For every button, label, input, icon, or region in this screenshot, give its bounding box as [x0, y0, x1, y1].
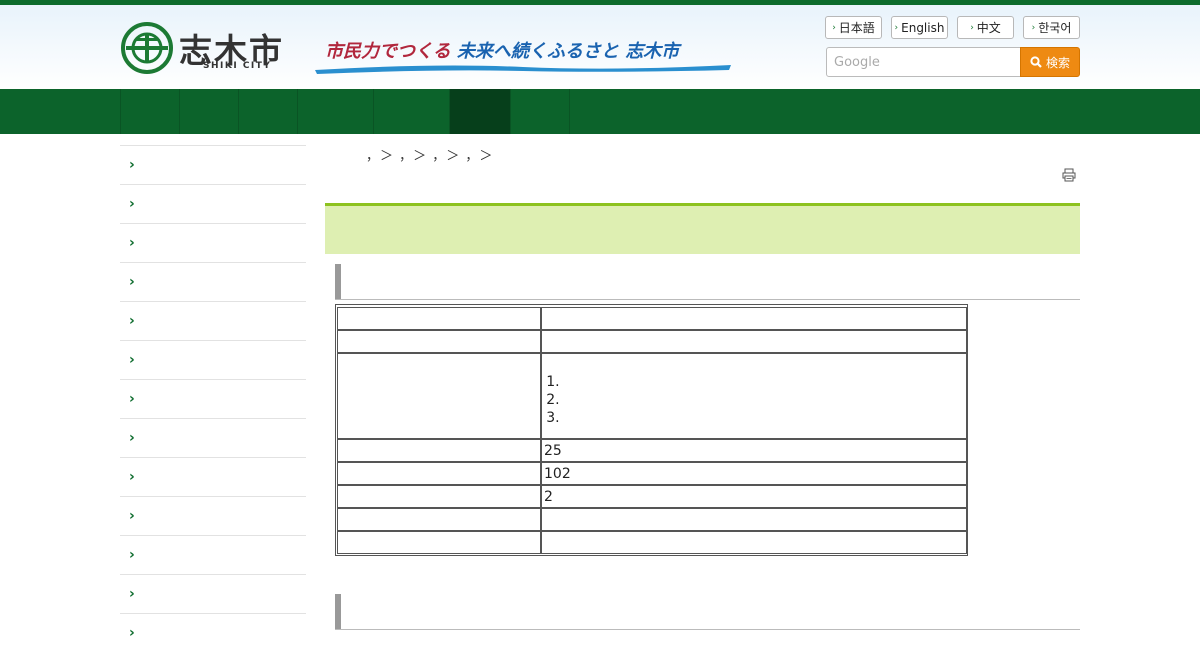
table-value-cell: 102: [541, 462, 967, 485]
chevron-right-icon: ›: [129, 196, 135, 212]
slogan-part-2: 未来へ続くふるさと 志木市: [456, 41, 680, 62]
lang-label: English: [901, 20, 945, 35]
sidebar-item[interactable]: ›: [120, 614, 306, 653]
table-label-cell: [337, 462, 541, 485]
city-slogan: 市民力でつくる 未来へ続くふるさと 志木市: [313, 35, 733, 77]
search-icon: [1030, 56, 1042, 68]
site-search-field[interactable]: [826, 47, 1021, 77]
chevron-right-icon: ›: [129, 430, 135, 446]
global-nav: [0, 89, 1200, 134]
nav-divider: [569, 89, 570, 134]
heading-accent-bar: [335, 264, 341, 299]
nav-item[interactable]: [179, 89, 238, 134]
table-label-cell: [337, 485, 541, 508]
lang-english-button[interactable]: › English: [891, 16, 948, 39]
slogan-part-1: 市民力でつくる: [325, 41, 451, 62]
nav-item[interactable]: [297, 89, 373, 134]
nav-item[interactable]: [510, 89, 569, 134]
list-item: [564, 391, 568, 409]
table-value-cell: [541, 353, 967, 439]
sidebar-item[interactable]: ›: [120, 458, 306, 497]
chevron-right-icon: ›: [1031, 22, 1036, 33]
sidebar-item[interactable]: ›: [120, 575, 306, 614]
chevron-right-icon: ›: [129, 157, 135, 173]
section-heading: [335, 594, 1080, 630]
chevron-right-icon: ›: [832, 22, 836, 33]
table-label-cell: [337, 439, 541, 462]
chevron-right-icon: ›: [129, 391, 135, 407]
sidebar-item[interactable]: ›: [120, 497, 306, 536]
sidebar-item[interactable]: ›: [120, 341, 306, 380]
chevron-right-icon: ›: [129, 313, 135, 329]
lang-chinese-button[interactable]: › 中文: [957, 16, 1014, 39]
sidebar-item[interactable]: ›: [120, 146, 306, 185]
search-button[interactable]: 検索: [1020, 47, 1080, 77]
info-table: 25 102 2: [335, 304, 968, 556]
chevron-right-icon: ›: [129, 625, 135, 641]
city-name-english: SHIKI CITY: [203, 61, 272, 71]
chevron-right-icon: ›: [970, 22, 974, 33]
table-label-cell: [337, 330, 541, 353]
slogan-swoosh-decoration: [315, 65, 731, 74]
chevron-right-icon: ›: [129, 547, 135, 563]
numbered-list: [564, 373, 568, 427]
table-value-cell: [541, 508, 967, 531]
sidebar-item[interactable]: ›: [120, 380, 306, 419]
city-emblem-icon: [121, 22, 173, 74]
print-icon[interactable]: [1062, 168, 1076, 182]
table-label-cell: [337, 508, 541, 531]
sidebar-item[interactable]: ›: [120, 302, 306, 341]
lang-label: 中文: [976, 21, 1001, 35]
table-value-cell: 2: [541, 485, 967, 508]
section-heading: [335, 264, 1080, 300]
nav-item-active[interactable]: [449, 89, 510, 134]
chevron-right-icon: ›: [129, 586, 135, 602]
table-label-cell: [337, 307, 541, 330]
chevron-right-icon: ›: [129, 235, 135, 251]
chevron-right-icon: ›: [894, 22, 899, 33]
search-input[interactable]: [827, 48, 1020, 76]
sidebar-item[interactable]: ›: [120, 185, 306, 224]
chevron-right-icon: ›: [129, 352, 135, 368]
sidebar-item[interactable]: ›: [120, 536, 306, 575]
lang-korean-button[interactable]: › 한국어: [1023, 16, 1080, 39]
lang-japanese-button[interactable]: › 日本語: [825, 16, 882, 39]
sidebar-item[interactable]: ›: [120, 419, 306, 458]
table-value-cell: [541, 330, 967, 353]
nav-item[interactable]: [120, 89, 179, 134]
list-item: [564, 373, 568, 391]
table-value-cell: [541, 307, 967, 330]
nav-item[interactable]: [373, 89, 449, 134]
chevron-right-icon: ›: [129, 469, 135, 485]
chevron-right-icon: ›: [129, 274, 135, 290]
city-logo[interactable]: 志木市 SHIKI CITY: [121, 22, 291, 78]
breadcrumb[interactable]: ，＞ ，＞ ，＞ ，＞: [366, 145, 493, 164]
lang-label: 한국어: [1038, 21, 1072, 35]
sidebar-item[interactable]: ›: [120, 224, 306, 263]
heading-accent-bar: [335, 594, 341, 629]
nav-item[interactable]: [238, 89, 297, 134]
lang-label: 日本語: [838, 21, 875, 35]
table-value-cell: [541, 531, 967, 554]
search-button-label: 検索: [1045, 55, 1070, 70]
table-label-cell: [337, 531, 541, 554]
table-value-cell: 25: [541, 439, 967, 462]
chevron-right-icon: ›: [129, 508, 135, 524]
table-label-cell: [337, 353, 541, 439]
list-item: [564, 409, 568, 427]
page-title-band: [325, 203, 1080, 254]
sidebar-item[interactable]: ›: [120, 263, 306, 302]
